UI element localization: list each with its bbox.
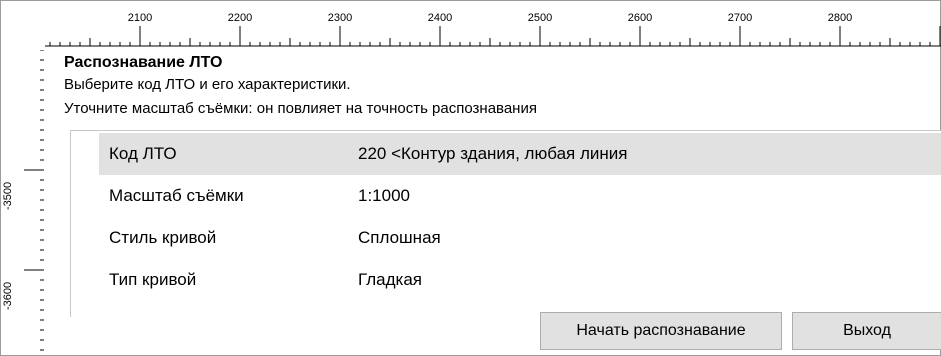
property-key: Код ЛТО xyxy=(109,144,177,163)
start-recognition-button[interactable]: Начать распознавание xyxy=(540,312,782,350)
property-value[interactable]: Гладкая xyxy=(348,270,941,290)
ruler-label-h: 2700 xyxy=(727,12,753,24)
property-key: Масштаб съёмки xyxy=(109,186,244,205)
property-value[interactable]: Сплошная xyxy=(348,228,941,248)
property-row-scale[interactable]: Масштаб съёмки 1:1000 xyxy=(99,175,941,217)
property-row-line-style[interactable]: Стиль кривой Сплошная xyxy=(99,217,941,259)
ruler-label-h: 2400 xyxy=(427,12,453,24)
property-grid: Код ЛТО 220 <Контур здания, любая линия … xyxy=(70,130,941,317)
ruler-label-h: 2500 xyxy=(527,12,553,24)
ruler-label-h: 2600 xyxy=(627,12,653,24)
property-row-curve-type[interactable]: Тип кривой Гладкая xyxy=(99,259,941,301)
panel-title: Распознавание ЛТО xyxy=(64,54,223,71)
exit-button[interactable]: Выход xyxy=(792,312,941,350)
ruler-label-h: 2800 xyxy=(827,12,853,24)
ruler-label-v: -3600 xyxy=(2,281,14,310)
property-row-lto-code[interactable]: Код ЛТО 220 <Контур здания, любая линия xyxy=(99,133,941,175)
vertical-ruler: -3500 -3600 xyxy=(0,50,60,356)
property-key: Стиль кривой xyxy=(109,228,217,247)
property-value[interactable]: 220 <Контур здания, любая линия xyxy=(348,144,941,164)
ruler-label-h: 2100 xyxy=(127,12,153,24)
ruler-label-h: 2300 xyxy=(327,12,353,24)
property-value[interactable]: 1:1000 xyxy=(348,186,941,206)
property-key: Тип кривой xyxy=(109,270,197,289)
horizontal-ruler: 2100 2200 2300 2400 2500 2600 2700 2800 xyxy=(0,0,941,50)
panel-description-2: Уточните масштаб съёмки: он повлияет на … xyxy=(64,100,537,117)
ruler-label-h: 2200 xyxy=(227,12,253,24)
panel-description-1: Выберите код ЛТО и его характеристики. xyxy=(64,76,351,93)
recognition-panel: Распознавание ЛТО Выберите код ЛТО и его… xyxy=(56,54,941,356)
ruler-label-v: -3500 xyxy=(2,181,14,210)
